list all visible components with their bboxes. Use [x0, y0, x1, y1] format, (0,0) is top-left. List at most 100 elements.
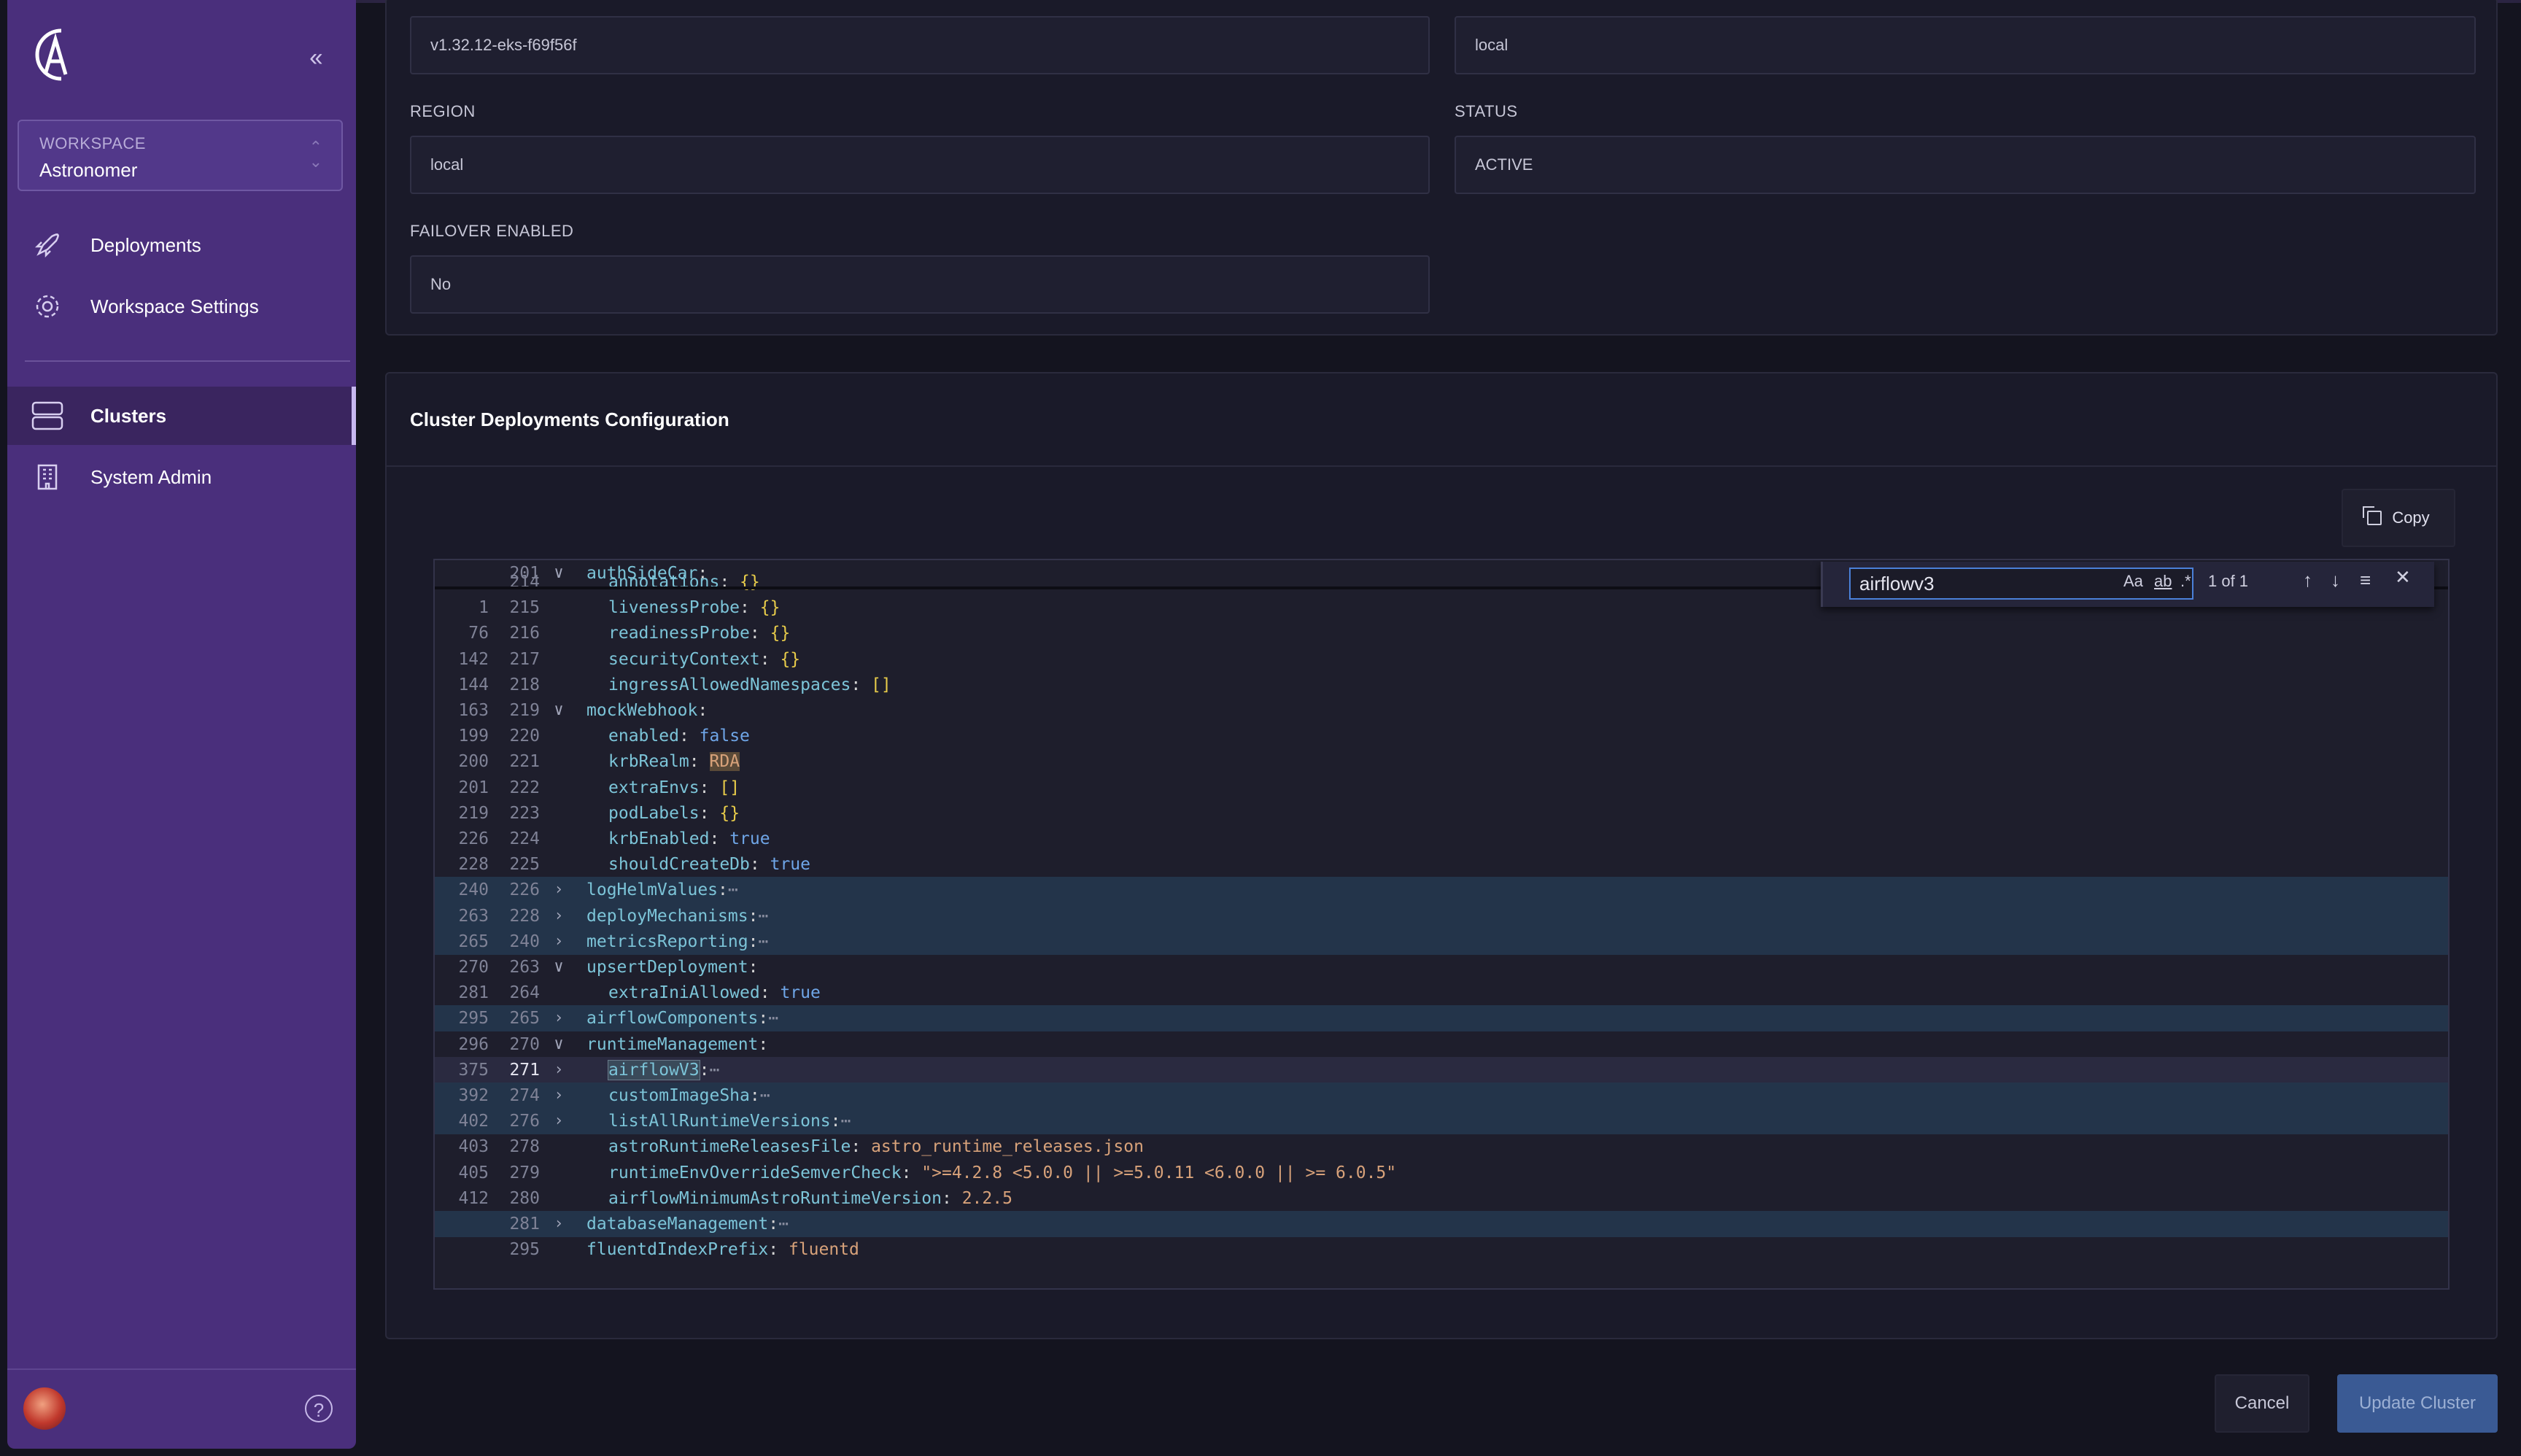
- yaml-colon: :: [759, 983, 770, 1002]
- cancel-button[interactable]: Cancel: [2215, 1374, 2309, 1433]
- code-text: airflowV3:⋯: [608, 1057, 719, 1083]
- original-line-number: 228: [458, 855, 489, 874]
- status-field: ACTIVE: [1455, 136, 2476, 194]
- code-line[interactable]: 270 263 ∨ upsertDeployment:: [435, 954, 2448, 980]
- regex-toggle[interactable]: .*: [2180, 572, 2191, 591]
- original-line-number: 265: [458, 932, 489, 951]
- code-line[interactable]: 296 270 ∨ runtimeManagement:: [435, 1031, 2448, 1058]
- code-line[interactable]: 228 225 shouldCreateDb: true: [435, 851, 2448, 878]
- original-line-number: 1: [479, 598, 489, 617]
- original-line-number: 240: [458, 880, 489, 899]
- yaml-editor[interactable]: 201 ∨ authSideCar: 214 annotations: {} 1 215 li…: [433, 559, 2450, 1290]
- yaml-value: 2.2.5: [961, 1189, 1012, 1208]
- code-line[interactable]: 281 › databaseManagement:⋯: [435, 1211, 2448, 1237]
- yaml-key: readinessProbe: [608, 624, 750, 643]
- original-line-number: 295: [458, 1009, 489, 1028]
- code-line[interactable]: 403 278 astroRuntimeReleasesFile: astro_ru…: [435, 1134, 2448, 1160]
- code-line[interactable]: 281 264 extraIniAllowed: true: [435, 980, 2448, 1006]
- avatar[interactable]: [23, 1387, 66, 1430]
- fold-expanded-icon[interactable]: ∨: [550, 1031, 568, 1058]
- arrow-up-icon[interactable]: ↑: [2303, 569, 2312, 592]
- yaml-colon: :: [709, 829, 720, 848]
- line-number: 264: [509, 983, 540, 1002]
- line-number: 240: [509, 932, 540, 951]
- fold-expanded-icon[interactable]: ∨: [550, 697, 568, 724]
- code-line[interactable]: 163 219 ∨ mockWebhook:: [435, 697, 2448, 724]
- code-line[interactable]: 142 217 securityContext: {}: [435, 646, 2448, 673]
- code-line[interactable]: 199 220 enabled: false: [435, 723, 2448, 749]
- code-line[interactable]: 412 280 airflowMinimumAstroRuntimeVersion:…: [435, 1185, 2448, 1212]
- original-line-number: 412: [458, 1189, 489, 1208]
- yaml-colon: :: [901, 1163, 912, 1182]
- code-line[interactable]: 219 223 podLabels: {}: [435, 800, 2448, 826]
- yaml-value: ⋯: [759, 1086, 770, 1105]
- original-line-number: 200: [458, 752, 489, 771]
- yaml-colon: :: [718, 880, 728, 899]
- code-line[interactable]: 392 274 › customImageSha:⋯: [435, 1083, 2448, 1109]
- code-text: securityContext: {}: [608, 646, 800, 673]
- code-line[interactable]: 200 221 krbRealm: RDA: [435, 748, 2448, 775]
- code-line[interactable]: 240 226 › logHelmValues:⋯: [435, 877, 2448, 903]
- code-line[interactable]: 295 265 › airflowComponents:⋯: [435, 1005, 2448, 1031]
- card-divider: [387, 465, 2496, 467]
- help-icon[interactable]: ?: [305, 1395, 333, 1422]
- code-line[interactable]: 265 240 › metricsReporting:⋯: [435, 929, 2448, 955]
- arrow-down-icon[interactable]: ↓: [2331, 569, 2340, 592]
- original-line-number: 405: [458, 1163, 489, 1182]
- yaml-key: logHelmValues: [586, 880, 719, 899]
- sidebar-item-label: System Admin: [90, 465, 212, 488]
- sidebar-item-system-admin[interactable]: System Admin: [7, 448, 356, 506]
- yaml-colon: :: [768, 1215, 779, 1234]
- fold-collapsed-icon[interactable]: ›: [550, 903, 568, 929]
- yaml-colon: :: [748, 907, 759, 926]
- update-cluster-button[interactable]: Update Cluster: [2337, 1374, 2498, 1433]
- close-icon[interactable]: ✕: [2395, 566, 2411, 589]
- sidebar-item-label: Workspace Settings: [90, 295, 259, 317]
- copy-button[interactable]: Copy: [2342, 489, 2455, 547]
- fold-collapsed-icon[interactable]: ›: [550, 929, 568, 955]
- code-text: mockWebhook:: [586, 697, 708, 724]
- config-title: Cluster Deployments Configuration: [410, 408, 729, 430]
- code-line[interactable]: 201 222 extraEnvs: []: [435, 775, 2448, 801]
- sidebar-item-deployments[interactable]: Deployments: [7, 216, 356, 274]
- line-number: 220: [509, 727, 540, 746]
- line-number: 226: [509, 880, 540, 899]
- find-in-selection-icon[interactable]: ≡: [2360, 569, 2371, 592]
- code-line[interactable]: 76 216 readinessProbe: {}: [435, 620, 2448, 646]
- sidebar: ‹‹ WORKSPACE Astronomer ⌃ ⌄ Deployments W…: [7, 0, 356, 1449]
- fold-collapsed-icon[interactable]: ›: [550, 1057, 568, 1083]
- code-text: runtimeManagement:: [586, 1031, 768, 1058]
- code-line[interactable]: 375 271 › airflowV3:⋯: [435, 1057, 2448, 1083]
- workspace-selector[interactable]: WORKSPACE Astronomer ⌃ ⌄: [18, 120, 343, 191]
- copy-label: Copy: [2392, 508, 2430, 527]
- code-text: listAllRuntimeVersions:⋯: [608, 1108, 851, 1134]
- original-line-number: 201: [458, 778, 489, 797]
- code-text: logHelmValues:⋯: [586, 877, 738, 903]
- code-line[interactable]: 226 224 krbEnabled: true: [435, 826, 2448, 852]
- fold-collapsed-icon[interactable]: ›: [550, 1108, 568, 1134]
- fold-collapsed-icon[interactable]: ›: [550, 1083, 568, 1109]
- line-number: 222: [509, 778, 540, 797]
- code-line[interactable]: 402 276 › listAllRuntimeVersions:⋯: [435, 1108, 2448, 1134]
- code-line[interactable]: 263 228 › deployMechanisms:⋯: [435, 903, 2448, 929]
- match-case-toggle[interactable]: Aa: [2123, 572, 2143, 591]
- whole-word-toggle[interactable]: ab: [2154, 572, 2172, 591]
- code-line[interactable]: 405 279 runtimeEnvOverrideSemverCheck: ">=…: [435, 1160, 2448, 1186]
- yaml-value: ⋯: [768, 1009, 779, 1028]
- code-text: upsertDeployment:: [586, 954, 758, 980]
- yaml-value: {}: [780, 650, 801, 669]
- fold-collapsed-icon[interactable]: ›: [550, 1211, 568, 1237]
- code-text: databaseManagement:⋯: [586, 1211, 789, 1237]
- yaml-key: extraIniAllowed: [608, 983, 760, 1002]
- chevrons-left-icon[interactable]: ‹‹: [309, 44, 323, 72]
- fold-expanded-icon[interactable]: ∨: [550, 954, 568, 980]
- cluster-details-card: v1.32.12-eks-f69f56f local REGION STATUS…: [385, 0, 2498, 336]
- yaml-key: airflowComponents: [586, 1009, 759, 1028]
- code-line[interactable]: 144 218 ingressAllowedNamespaces: []: [435, 672, 2448, 698]
- sidebar-item-workspace-settings[interactable]: Workspace Settings: [7, 277, 356, 336]
- fold-collapsed-icon[interactable]: ›: [550, 1005, 568, 1031]
- find-match-count: 1 of 1: [2208, 572, 2249, 590]
- code-line[interactable]: 295 fluentdIndexPrefix: fluentd: [435, 1236, 2448, 1263]
- sidebar-item-clusters[interactable]: Clusters: [7, 387, 356, 445]
- fold-collapsed-icon[interactable]: ›: [550, 877, 568, 903]
